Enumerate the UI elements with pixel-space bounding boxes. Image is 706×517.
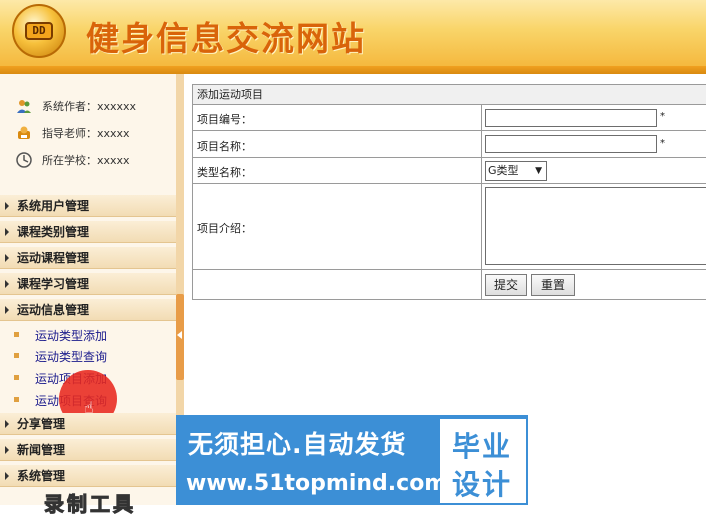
menu-system[interactable]: 系统管理: [0, 465, 176, 487]
menu-system-users[interactable]: 系统用户管理: [0, 195, 176, 217]
author-text: 系统作者：xxxxxx: [42, 100, 137, 113]
menu-course-category[interactable]: 课程类别管理: [0, 221, 176, 243]
recording-tools-label: 录制工具: [44, 492, 136, 517]
teacher-text: 指导老师：xxxxx: [42, 127, 130, 140]
caret-right-icon: [5, 306, 9, 314]
watermark-badge: 毕业 设计: [440, 419, 526, 503]
item-code-label: 项目编号：: [197, 113, 252, 126]
column-divider: [481, 184, 482, 269]
item-intro-textarea[interactable]: [485, 187, 706, 265]
site-title: 健身信息交流网站: [86, 19, 366, 58]
caret-right-icon: [5, 420, 9, 428]
watermark-slogan: 无须担心.自动发货: [188, 430, 407, 459]
teacher-icon: [16, 125, 32, 141]
teacher-info: 指导老师：xxxxx: [16, 124, 130, 142]
caret-right-icon: [5, 254, 9, 262]
chevron-left-icon[interactable]: [177, 331, 182, 339]
caret-right-icon: [5, 228, 9, 236]
caret-right-icon: [5, 280, 9, 288]
school-icon: [16, 152, 32, 168]
menu-share[interactable]: 分享管理: [0, 413, 176, 435]
column-divider: [481, 270, 482, 300]
menu-sport-info[interactable]: 运动信息管理: [0, 299, 176, 321]
caret-right-icon: [5, 472, 9, 480]
form-title: 添加运动项目: [193, 85, 706, 105]
logo-mark: DD: [25, 22, 53, 40]
school-text: 所在学校：xxxxx: [42, 154, 130, 167]
item-name-input[interactable]: [485, 135, 657, 153]
bullet-icon: [14, 375, 19, 380]
bullet-icon: [14, 332, 19, 337]
submit-button[interactable]: 提交: [485, 274, 527, 296]
item-type-value: G类型: [488, 164, 519, 177]
bullet-icon: [14, 353, 19, 358]
add-item-form: 添加运动项目 项目编号： * 项目名称： * 类型名称： G类型 ▼ 项目介绍：…: [192, 84, 706, 300]
row-item-code: 项目编号： *: [193, 105, 706, 131]
watermark-badge-line2: 设计: [452, 468, 513, 501]
item-intro-label: 项目介绍：: [197, 222, 252, 235]
row-item-name: 项目名称： *: [193, 131, 706, 158]
row-actions: 提交 重置: [193, 270, 706, 300]
caret-right-icon: [5, 446, 9, 454]
header-banner: DD 健身信息交流网站: [0, 0, 706, 72]
promo-watermark: 无须担心.自动发货 www.51topmind.com 毕业 设计: [176, 415, 528, 505]
required-mark: *: [660, 111, 665, 122]
menu-sport-course[interactable]: 运动课程管理: [0, 247, 176, 269]
menu-course-study[interactable]: 课程学习管理: [0, 273, 176, 295]
author-info: 系统作者：xxxxxx: [16, 97, 136, 115]
column-divider: [481, 158, 482, 183]
item-type-label: 类型名称：: [197, 166, 252, 179]
caret-right-icon: [5, 202, 9, 210]
users-icon: [16, 98, 32, 114]
item-code-input[interactable]: [485, 109, 657, 127]
school-info: 所在学校：xxxxx: [16, 151, 130, 169]
dropdown-arrow-icon[interactable]: ▼: [535, 162, 542, 180]
column-divider: [481, 105, 482, 130]
item-type-select[interactable]: G类型 ▼: [485, 161, 547, 181]
column-divider: [481, 131, 482, 157]
site-logo: DD: [12, 4, 66, 58]
reset-button[interactable]: 重置: [531, 274, 575, 296]
row-item-type: 类型名称： G类型 ▼: [193, 158, 706, 184]
row-item-intro: 项目介绍：: [193, 184, 706, 270]
bullet-icon: [14, 397, 19, 402]
header-divider: [0, 66, 706, 74]
item-name-label: 项目名称：: [197, 140, 252, 153]
watermark-badge-line1: 毕业: [452, 430, 513, 463]
menu-news[interactable]: 新闻管理: [0, 439, 176, 461]
required-mark: *: [660, 138, 665, 149]
watermark-url: www.51topmind.com: [186, 471, 448, 496]
